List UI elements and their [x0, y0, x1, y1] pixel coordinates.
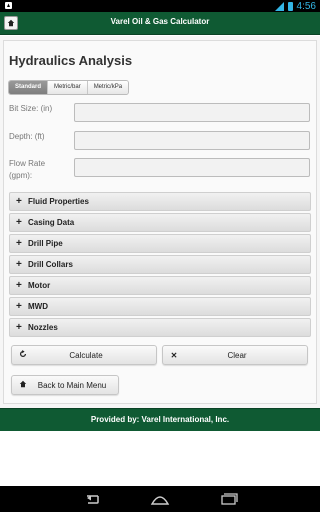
app-title: Varel Oil & Gas Calculator	[110, 17, 210, 26]
section-drill-collars[interactable]: + Drill Collars	[9, 255, 311, 274]
navigation-bar	[0, 486, 320, 512]
empty-area	[0, 431, 320, 486]
unit-selector: Standard Metric/bar Metric/kPa	[8, 80, 130, 95]
tab-metric-kpa[interactable]: Metric/kPa	[87, 81, 129, 94]
app-header: Varel Oil & Gas Calculator	[0, 12, 320, 35]
calculate-label: Calculate	[69, 350, 103, 360]
app-footer: Provided by: Varel International, Inc.	[0, 408, 320, 431]
section-label: Nozzles	[28, 323, 58, 332]
signal-icon	[274, 1, 284, 11]
calculate-button[interactable]: Calculate	[11, 345, 157, 365]
section-label: Motor	[28, 281, 51, 290]
sections-accordion: + Fluid Properties + Casing Data + Drill Pi…	[9, 192, 311, 339]
home-nav-icon[interactable]	[149, 492, 171, 506]
back-nav-icon[interactable]	[82, 492, 104, 506]
clock: 4:56	[296, 0, 316, 12]
footer-credit: Provided by: Varel International, Inc.	[90, 415, 230, 424]
plus-icon: +	[16, 217, 22, 228]
clear-button[interactable]: ✕ Clear	[162, 345, 308, 365]
section-fluid-properties[interactable]: + Fluid Properties	[9, 192, 311, 211]
close-icon: ✕	[170, 350, 178, 360]
plus-icon: +	[16, 238, 22, 249]
plus-icon: +	[16, 280, 22, 291]
section-label: Fluid Properties	[28, 197, 89, 206]
section-label: MWD	[28, 302, 48, 311]
section-mwd[interactable]: + MWD	[9, 297, 311, 316]
plus-icon: +	[16, 259, 22, 270]
plus-icon: +	[16, 322, 22, 333]
section-drill-pipe[interactable]: + Drill Pipe	[9, 234, 311, 253]
section-label: Drill Pipe	[28, 239, 63, 248]
home-icon	[16, 380, 30, 390]
section-label: Drill Collars	[28, 260, 73, 269]
depth-input[interactable]	[74, 131, 310, 150]
tab-standard[interactable]: Standard	[9, 81, 49, 94]
plus-icon: +	[16, 301, 22, 312]
android-notification-icon	[4, 1, 14, 11]
bit-size-input[interactable]	[74, 103, 310, 122]
bit-size-label: Bit Size: (in)	[9, 104, 53, 113]
section-casing-data[interactable]: + Casing Data	[9, 213, 311, 232]
flow-rate-input[interactable]	[74, 158, 310, 177]
battery-icon	[287, 1, 293, 11]
section-motor[interactable]: + Motor	[9, 276, 311, 295]
recent-apps-icon[interactable]	[218, 492, 240, 506]
depth-label: Depth: (ft)	[9, 132, 45, 141]
page-title: Hydraulics Analysis	[9, 53, 133, 68]
status-bar: 4:56	[0, 0, 320, 12]
section-nozzles[interactable]: + Nozzles	[9, 318, 311, 337]
refresh-icon	[16, 350, 30, 360]
tab-metric-bar[interactable]: Metric/bar	[48, 81, 88, 94]
back-label: Back to Main Menu	[37, 380, 107, 390]
back-to-main-menu-button[interactable]: Back to Main Menu	[11, 375, 119, 395]
flow-rate-label: Flow Rate (gpm):	[9, 159, 46, 180]
section-label: Casing Data	[28, 218, 75, 227]
clear-label: Clear	[227, 350, 247, 360]
plus-icon: +	[16, 196, 22, 207]
